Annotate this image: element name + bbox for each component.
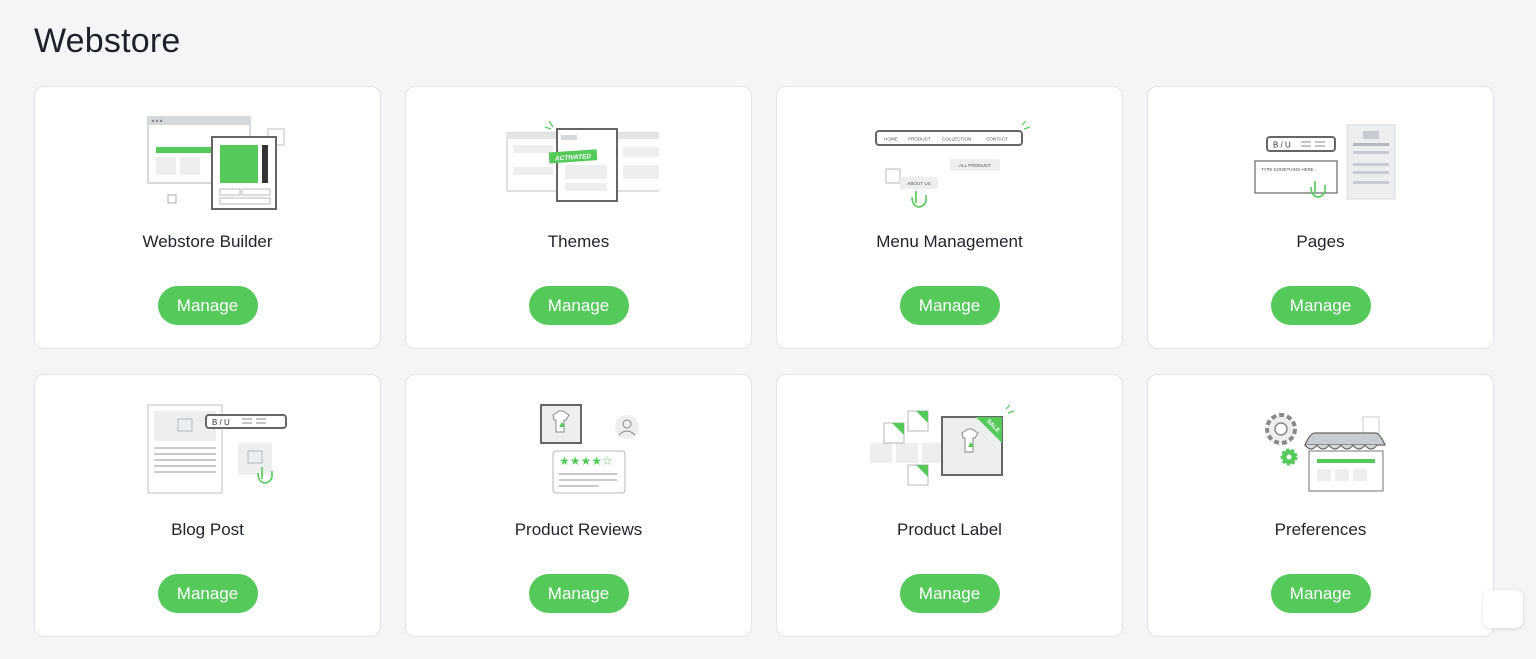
input-placeholder-text: TYPE SOMETHING HERE...: [1261, 167, 1317, 172]
menu-item-contact: CONTACT: [986, 137, 1008, 142]
blog-post-illustration: B / U: [146, 404, 287, 494]
submenu-all-product: ALL PRODUCT: [959, 163, 991, 168]
card-product-label: SALE Product Label Manage: [776, 374, 1123, 637]
manage-button-themes[interactable]: Manage: [528, 286, 629, 325]
text-toolbar: B / U: [1273, 141, 1291, 150]
manage-button-menu-management[interactable]: Manage: [899, 286, 1000, 325]
card-preferences: Preferences Manage: [1147, 374, 1494, 637]
floating-help-widget[interactable]: [1483, 590, 1523, 628]
manage-button-preferences[interactable]: Manage: [1270, 574, 1371, 613]
card-title: Product Label: [897, 520, 1002, 539]
menu-item-collection: COLLECTION: [942, 137, 971, 142]
submenu-about-us: ABOUT US: [907, 181, 930, 186]
card-title: Preferences: [1274, 520, 1367, 539]
card-themes: ACTIVATED Themes Manage: [405, 86, 752, 349]
themes-illustration: ACTIVATED: [505, 120, 659, 202]
menu-item-product: PRODUCT: [908, 137, 931, 142]
card-webstore-builder: Webstore Builder Manage: [34, 86, 381, 349]
preferences-illustration: [1264, 413, 1386, 492]
manage-button-product-label[interactable]: Manage: [899, 574, 1000, 613]
card-blog-post: B / U Blog Post Manage: [34, 374, 381, 637]
card-title: Blog Post: [171, 520, 244, 539]
manage-button-pages[interactable]: Manage: [1270, 286, 1371, 325]
product-reviews-illustration: ★★★★☆: [539, 404, 639, 494]
card-title: Product Reviews: [514, 520, 643, 539]
card-title: Menu Management: [876, 232, 1023, 251]
menu-management-illustration: HOME PRODUCT COLLECTION CONTACT ALL PROD…: [874, 120, 1030, 208]
manage-button-blog-post[interactable]: Manage: [157, 574, 258, 613]
product-label-illustration: SALE: [869, 404, 1014, 486]
card-pages: B / U TYPE SOMETHING HERE... Pages Manag…: [1147, 86, 1494, 349]
card-product-reviews: ★★★★☆ Product Reviews Manage: [405, 374, 752, 637]
card-menu-management: HOME PRODUCT COLLECTION CONTACT ALL PROD…: [776, 86, 1123, 349]
rating-stars: ★★★★☆: [559, 454, 613, 468]
feature-grid: Webstore Builder Manage ACTIVATED Themes…: [34, 86, 1494, 637]
card-title: Webstore Builder: [142, 232, 273, 251]
text-toolbar: B / U: [212, 418, 230, 427]
webstore-builder-illustration: [146, 116, 285, 210]
card-title: Pages: [1296, 232, 1345, 251]
card-title: Themes: [547, 232, 610, 251]
manage-button-product-reviews[interactable]: Manage: [528, 574, 629, 613]
page-title: Webstore: [34, 22, 181, 60]
manage-button-webstore-builder[interactable]: Manage: [157, 286, 258, 325]
menu-item-home: HOME: [884, 137, 898, 142]
pages-illustration: B / U TYPE SOMETHING HERE...: [1253, 124, 1395, 200]
